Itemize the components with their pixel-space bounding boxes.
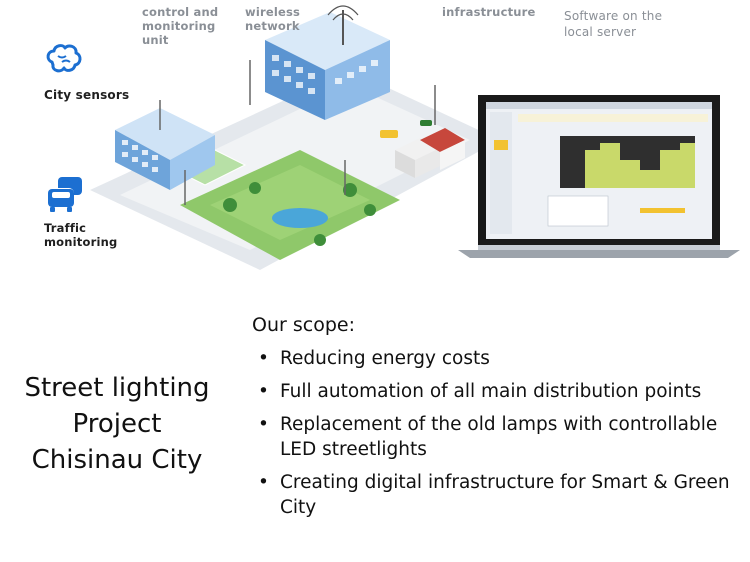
cars-icon: [46, 177, 82, 212]
laptop-icon: [458, 95, 740, 258]
park-pond: [272, 208, 328, 228]
bullet-icon: •: [258, 348, 269, 369]
label-control-unit: control and monitoring unit: [142, 5, 219, 47]
scope-item: • Full automation of all main distributio…: [258, 381, 702, 402]
brain-icon: [46, 44, 82, 73]
scope-item: • Creating digital infrastructure for Sma…: [258, 472, 730, 518]
label-traffic-monitoring: Traffic monitoring: [44, 221, 118, 249]
project-title: Street lighting Project Chisinau City: [12, 370, 222, 478]
bullet-icon: •: [258, 472, 269, 493]
bullet-icon: •: [258, 414, 269, 435]
label-wireless-network: wireless network: [245, 5, 301, 33]
label-infrastructure: infrastructure: [442, 5, 536, 19]
label-city-sensors: City sensors: [44, 88, 130, 102]
bullet-icon: •: [258, 381, 269, 402]
title-line-2: Project: [72, 409, 162, 439]
title-line-1: Street lighting: [24, 373, 210, 403]
label-software: Software on the local server: [564, 9, 663, 39]
scope-item: • Reducing energy costs: [258, 348, 490, 369]
title-line-3: Chisinau City: [31, 445, 203, 475]
scope-list: • Reducing energy costs • Full automation …: [258, 346, 738, 528]
scope-item: • Replacement of the old lamps with contr…: [258, 414, 718, 460]
scope-heading: Our scope:: [252, 314, 355, 336]
